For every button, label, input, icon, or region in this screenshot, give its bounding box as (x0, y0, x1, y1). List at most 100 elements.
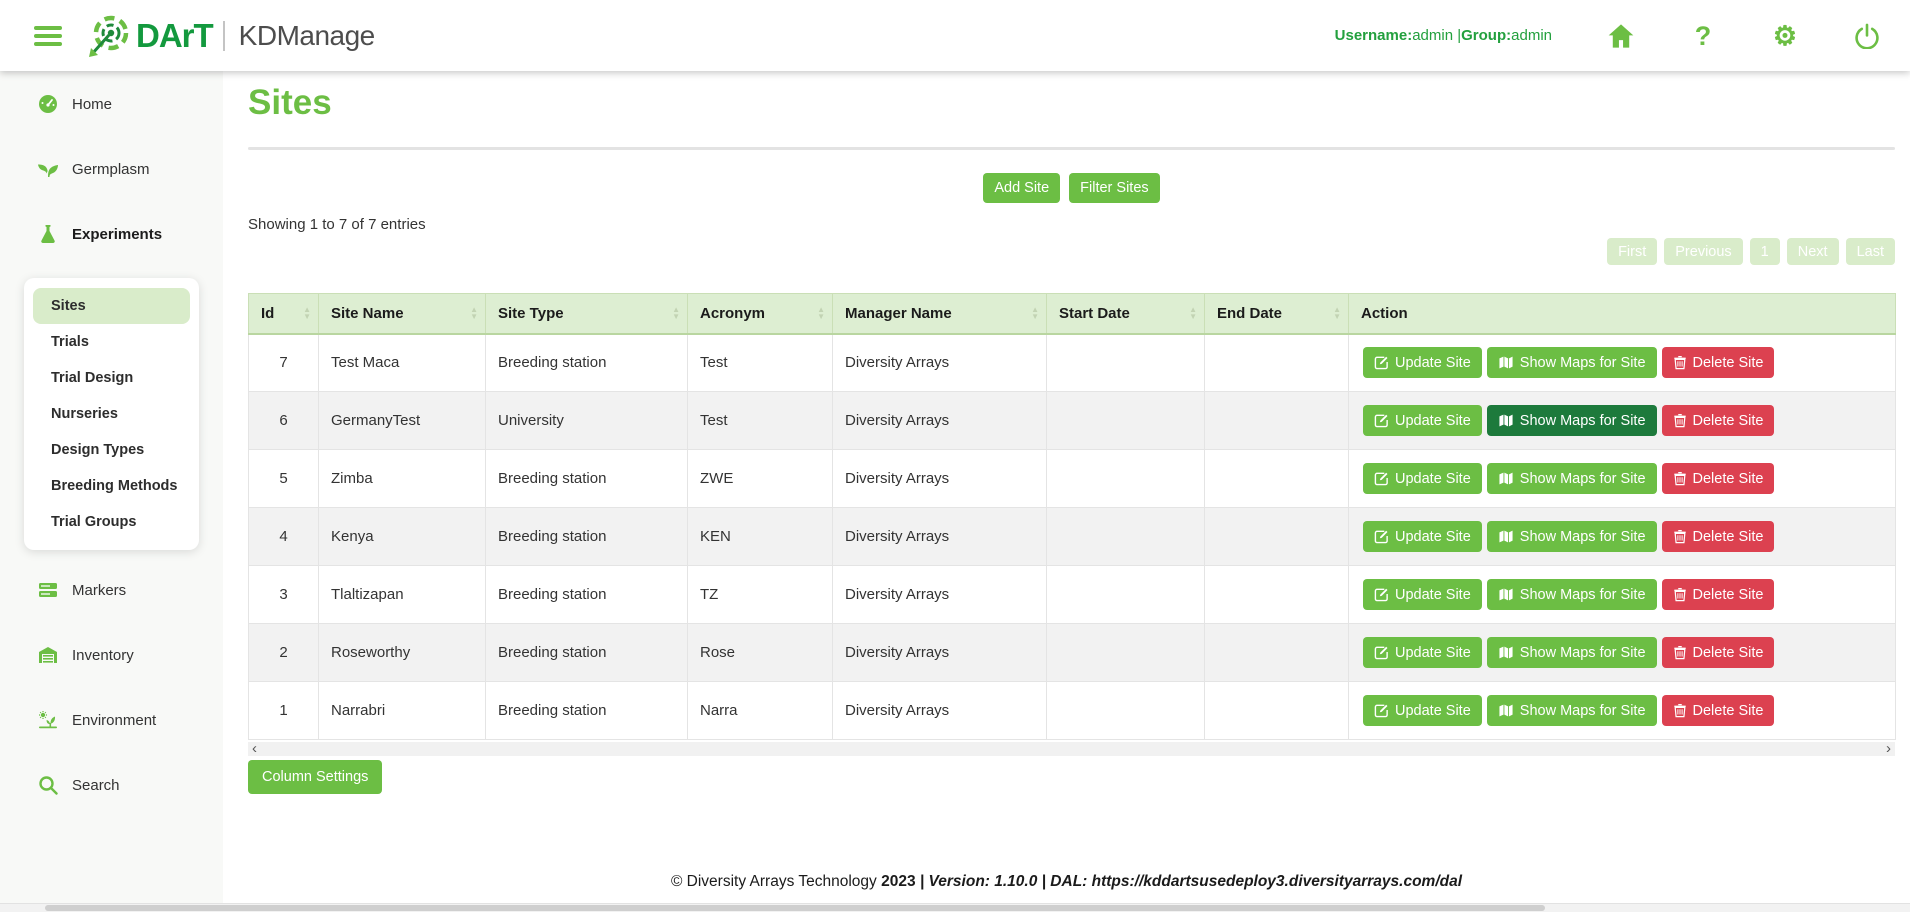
cell-site-type: Breeding station (486, 508, 688, 566)
cell-site-type: Breeding station (486, 334, 688, 392)
column-header-site-name[interactable]: Site Name▲▼ (319, 294, 486, 334)
cell-id: 4 (249, 508, 319, 566)
pagination-button-1[interactable]: 1 (1750, 238, 1780, 265)
cell-start-date (1047, 682, 1205, 740)
pagination-button-next[interactable]: Next (1787, 238, 1839, 265)
sidebar-item-inventory[interactable]: Inventory (0, 640, 223, 670)
column-header-start-date[interactable]: Start Date▲▼ (1047, 294, 1205, 334)
submenu-item-design-types[interactable]: Design Types (33, 432, 190, 468)
update-site-button[interactable]: Update Site (1363, 695, 1482, 726)
pagination-button-first[interactable]: First (1607, 238, 1657, 265)
submenu-item-trial-design[interactable]: Trial Design (33, 360, 190, 396)
cell-site-type: Breeding station (486, 450, 688, 508)
submenu-item-trial-groups[interactable]: Trial Groups (33, 504, 190, 540)
table-row: 1NarrabriBreeding stationNarraDiversity … (249, 682, 1896, 740)
filter-sites-button[interactable]: Filter Sites (1069, 173, 1160, 203)
page-horizontal-scrollbar[interactable] (0, 903, 1910, 912)
cell-manager-name: Diversity Arrays (833, 624, 1047, 682)
cell-action: Update SiteShow Maps for SiteDelete Site (1349, 392, 1896, 450)
update-site-button[interactable]: Update Site (1363, 463, 1482, 494)
sidebar-item-environment[interactable]: Environment (0, 705, 223, 735)
power-icon[interactable] (1850, 23, 1884, 49)
environment-icon (37, 710, 59, 730)
delete-site-button[interactable]: Delete Site (1662, 637, 1775, 668)
cell-site-name: Roseworthy (319, 624, 486, 682)
show-maps-for-site-button[interactable]: Show Maps for Site (1487, 347, 1657, 378)
cell-end-date (1205, 566, 1349, 624)
column-header-id[interactable]: Id▲▼ (249, 294, 319, 334)
title-divider (248, 147, 1895, 150)
submenu-item-breeding-methods[interactable]: Breeding Methods (33, 468, 190, 504)
dart-target-icon (86, 14, 130, 58)
cell-manager-name: Diversity Arrays (833, 682, 1047, 740)
scroll-right-icon[interactable]: › (1886, 742, 1891, 756)
sites-table-wrap: Id▲▼Site Name▲▼Site Type▲▼Acronym▲▼Manag… (248, 293, 1895, 740)
update-site-button[interactable]: Update Site (1363, 521, 1482, 552)
table-row: 2RoseworthyBreeding stationRoseDiversity… (249, 624, 1896, 682)
sidebar-item-markers[interactable]: Markers (0, 575, 223, 605)
update-site-button[interactable]: Update Site (1363, 405, 1482, 436)
show-maps-for-site-button[interactable]: Show Maps for Site (1487, 521, 1657, 552)
delete-site-button[interactable]: Delete Site (1662, 347, 1775, 378)
cell-end-date (1205, 682, 1349, 740)
delete-site-button[interactable]: Delete Site (1662, 405, 1775, 436)
add-site-button[interactable]: Add Site (983, 173, 1060, 203)
sort-icon: ▲▼ (470, 306, 478, 320)
sort-icon: ▲▼ (672, 306, 680, 320)
table-horizontal-scrollbar[interactable]: ‹ › (248, 742, 1895, 756)
cell-id: 2 (249, 624, 319, 682)
scrollbar-thumb[interactable] (45, 905, 1545, 911)
update-site-button[interactable]: Update Site (1363, 579, 1482, 610)
user-info: Username:admin |Group:admin (1335, 27, 1552, 44)
show-maps-for-site-button[interactable]: Show Maps for Site (1487, 695, 1657, 726)
show-maps-for-site-button[interactable]: Show Maps for Site (1487, 637, 1657, 668)
app-window: DArT KDManage Username:admin |Group:admi… (0, 0, 1910, 912)
table-row: 7Test MacaBreeding stationTestDiversity … (249, 334, 1896, 392)
pagination-button-last[interactable]: Last (1846, 238, 1895, 265)
gear-icon[interactable]: ⚙ (1768, 21, 1802, 51)
sidebar-item-label: Germplasm (72, 161, 150, 178)
home-icon[interactable] (1604, 23, 1638, 49)
show-maps-for-site-button[interactable]: Show Maps for Site (1487, 463, 1657, 494)
update-site-button[interactable]: Update Site (1363, 637, 1482, 668)
submenu-item-nurseries[interactable]: Nurseries (33, 396, 190, 432)
cell-id: 7 (249, 334, 319, 392)
delete-site-button[interactable]: Delete Site (1662, 521, 1775, 552)
dashboard-icon (37, 94, 59, 114)
show-maps-for-site-button[interactable]: Show Maps for Site (1487, 579, 1657, 610)
submenu-item-sites[interactable]: Sites (33, 288, 190, 324)
cell-start-date (1047, 334, 1205, 392)
cell-manager-name: Diversity Arrays (833, 450, 1047, 508)
hamburger-menu-icon[interactable] (34, 26, 62, 46)
help-icon[interactable]: ? (1686, 21, 1720, 51)
cell-acronym: Test (688, 334, 833, 392)
delete-site-button[interactable]: Delete Site (1662, 695, 1775, 726)
sidebar-item-label: Markers (72, 582, 126, 599)
show-maps-for-site-button[interactable]: Show Maps for Site (1487, 405, 1657, 436)
scroll-left-icon[interactable]: ‹ (252, 742, 257, 756)
sidebar-item-home[interactable]: Home (0, 89, 223, 119)
table-row: 6GermanyTestUniversityTestDiversity Arra… (249, 392, 1896, 450)
column-header-manager-name[interactable]: Manager Name▲▼ (833, 294, 1047, 334)
cell-site-name: Tlaltizapan (319, 566, 486, 624)
sidebar-item-search[interactable]: Search (0, 770, 223, 800)
delete-site-button[interactable]: Delete Site (1662, 579, 1775, 610)
cell-manager-name: Diversity Arrays (833, 334, 1047, 392)
submenu-item-trials[interactable]: Trials (33, 324, 190, 360)
cell-action: Update SiteShow Maps for SiteDelete Site (1349, 334, 1896, 392)
pagination-button-previous[interactable]: Previous (1664, 238, 1742, 265)
column-header-site-type[interactable]: Site Type▲▼ (486, 294, 688, 334)
footer: © Diversity Arrays Technology 2023 | Ver… (223, 873, 1910, 891)
cell-site-name: Test Maca (319, 334, 486, 392)
pagination: First Previous 1 Next Last (248, 238, 1895, 265)
sidebar-item-experiments[interactable]: Experiments (0, 219, 223, 249)
footer-version-dal: | Version: 1.10.0 | DAL: https://kddarts… (916, 873, 1462, 890)
column-settings-button[interactable]: Column Settings (248, 760, 382, 794)
column-header-acronym[interactable]: Acronym▲▼ (688, 294, 833, 334)
delete-site-button[interactable]: Delete Site (1662, 463, 1775, 494)
column-header-action[interactable]: Action (1349, 294, 1896, 334)
column-header-end-date[interactable]: End Date▲▼ (1205, 294, 1349, 334)
cell-manager-name: Diversity Arrays (833, 566, 1047, 624)
update-site-button[interactable]: Update Site (1363, 347, 1482, 378)
sidebar-item-germplasm[interactable]: Germplasm (0, 154, 223, 184)
